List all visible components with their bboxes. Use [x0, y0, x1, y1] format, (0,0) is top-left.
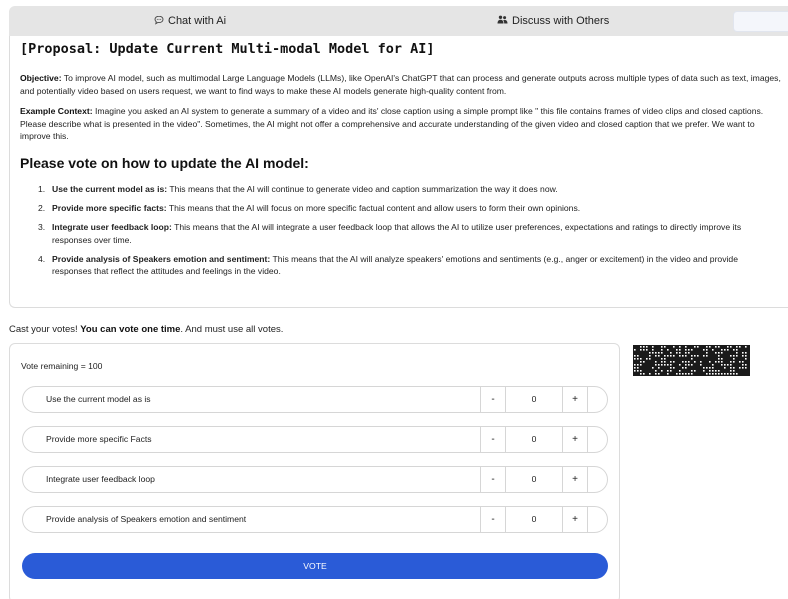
tab-extra-button[interactable]	[733, 11, 788, 32]
vote-count-input[interactable]: 0	[505, 387, 563, 412]
objective-text: To improve AI model, such as multimodal …	[20, 73, 781, 96]
tab-chat-with-ai[interactable]: Chat with Ai	[154, 6, 226, 36]
vote-row: Use the current model as is - 0 +	[22, 386, 608, 413]
increment-button[interactable]: +	[563, 387, 587, 412]
decrement-button[interactable]: -	[481, 507, 505, 532]
option-text: This means that the AI will focus on mor…	[168, 203, 581, 214]
vote-row: Provide analysis of Speakers emotion and…	[22, 506, 608, 533]
vote-stepper: - 0 +	[480, 427, 588, 452]
option-item: 1. Use the current model as is: This mean…	[20, 183, 788, 196]
vote-stepper: - 0 +	[480, 507, 588, 532]
vote-panel: Vote remaining = 100 Use the current mod…	[9, 343, 620, 599]
options-list: 1. Use the current model as is: This mean…	[20, 183, 788, 278]
option-item: 4. Provide analysis of Speakers emotion a…	[20, 253, 788, 278]
option-item: 3. Integrate user feedback loop: This mea…	[20, 221, 788, 246]
decrement-button[interactable]: -	[481, 427, 505, 452]
option-label: Provide more specific facts:	[52, 203, 167, 214]
option-number: 1.	[38, 183, 46, 194]
option-text: This means that the AI will continue to …	[169, 183, 558, 194]
vote-row: Provide more specific Facts - 0 +	[22, 426, 608, 453]
objective-label: Objective:	[20, 73, 62, 83]
vote-count-input[interactable]: 0	[505, 507, 563, 532]
proposal-panel: [Proposal: Update Current Multi-modal Mo…	[9, 36, 788, 308]
context-paragraph: Example Context: Imagine you asked an AI…	[20, 105, 788, 143]
people-icon	[497, 15, 508, 27]
option-number: 4.	[38, 253, 46, 264]
option-number: 3.	[38, 222, 46, 233]
option-label: Provide analysis of Speakers emotion and…	[52, 253, 271, 264]
qr-code-image	[633, 345, 750, 376]
increment-button[interactable]: +	[563, 507, 587, 532]
vote-row-label: Integrate user feedback loop	[46, 474, 155, 484]
option-label: Use the current model as is:	[52, 183, 168, 194]
cast-bold: You can vote one time	[80, 324, 181, 335]
tab-chat-label: Chat with Ai	[168, 15, 227, 27]
vote-count-input[interactable]: 0	[505, 427, 563, 452]
cast-suffix: . And must use all votes.	[180, 324, 284, 335]
context-text: Imagine you asked an AI system to genera…	[20, 106, 764, 142]
vote-stepper: - 0 +	[480, 387, 588, 412]
context-label: Example Context:	[20, 106, 93, 117]
tab-discuss-label: Discuss with Others	[512, 15, 610, 27]
vote-heading: Please vote on how to update the AI mode…	[20, 154, 309, 171]
decrement-button[interactable]: -	[481, 467, 505, 492]
option-item: 2. Provide more specific facts: This mean…	[20, 202, 788, 215]
tab-bar: Chat with Ai Discuss with Others	[9, 6, 788, 36]
proposal-title: [Proposal: Update Current Multi-modal Mo…	[20, 41, 435, 57]
vote-row-label: Provide more specific Facts	[46, 434, 152, 444]
vote-count-input[interactable]: 0	[505, 467, 563, 492]
option-number: 2.	[38, 203, 46, 214]
vote-row-label: Provide analysis of Speakers emotion and…	[46, 514, 247, 524]
vote-row-label: Use the current model as is	[46, 394, 151, 404]
decrement-button[interactable]: -	[481, 387, 505, 412]
cast-prefix: Cast your votes!	[9, 324, 78, 335]
tab-discuss-with-others[interactable]: Discuss with Others	[497, 6, 609, 36]
vote-button[interactable]: VOTE	[22, 553, 608, 579]
increment-button[interactable]: +	[563, 467, 587, 492]
vote-stepper: - 0 +	[480, 467, 588, 492]
qr-code-graphic	[633, 345, 750, 376]
cast-votes-instruction: Cast your votes! You can vote one time. …	[9, 324, 283, 335]
option-label: Integrate user feedback loop:	[52, 222, 172, 233]
speech-bubble-icon	[154, 15, 164, 28]
vote-row: Integrate user feedback loop - 0 +	[22, 466, 608, 493]
votes-remaining: Vote remaining = 100	[21, 361, 103, 371]
increment-button[interactable]: +	[563, 427, 587, 452]
objective-paragraph: Objective: To improve AI model, such as …	[20, 72, 788, 97]
